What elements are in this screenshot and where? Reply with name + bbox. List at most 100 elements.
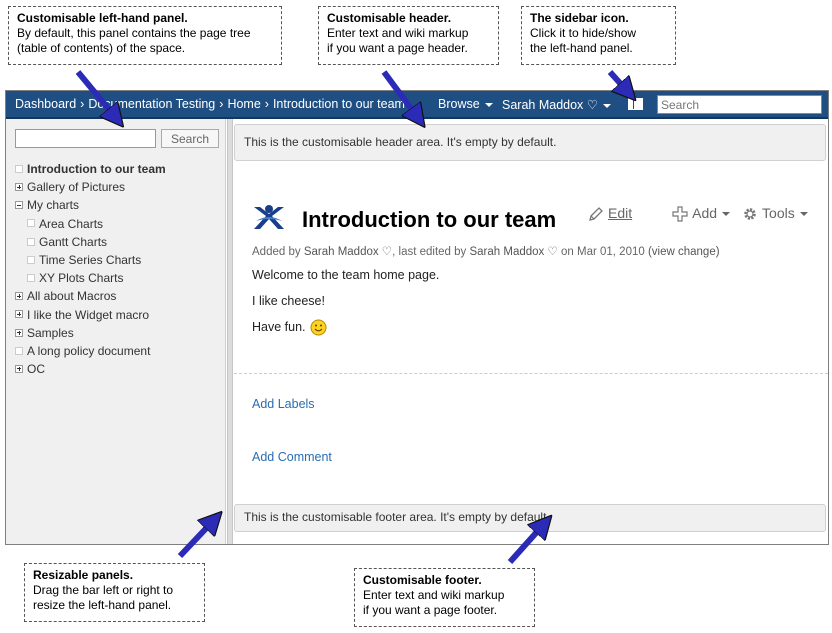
tools-menu-button[interactable]: Tools	[742, 205, 808, 222]
body-text: Have fun.	[252, 320, 306, 334]
tree-item[interactable]: I like the Widget macro	[15, 306, 220, 324]
expand-icon[interactable]	[15, 183, 23, 192]
page-content: This is the customisable header area. It…	[234, 119, 828, 544]
breadcrumb-separator: ›	[80, 97, 85, 111]
plus-icon	[672, 206, 688, 222]
tree-item[interactable]: Introduction to our team	[15, 160, 220, 178]
edit-label: Edit	[608, 204, 633, 221]
tree-item[interactable]: All about Macros	[15, 287, 220, 305]
tree-item[interactable]: XY Plots Charts	[15, 269, 220, 287]
chevron-down-icon	[722, 211, 731, 216]
add-comment-link[interactable]: Add Comment	[252, 450, 332, 464]
expand-icon[interactable]	[15, 364, 23, 373]
confluence-window: Dashboard › Documentation Testing › Home › Int…	[5, 90, 829, 545]
tree-node-icon	[27, 273, 35, 282]
callout-title: Resizable panels.	[33, 568, 134, 582]
breadcrumb-separator: ›	[219, 97, 224, 111]
callout-header: Customisable header. Enter text and wiki…	[318, 6, 499, 65]
smiley-icon	[310, 319, 327, 336]
tree-item[interactable]: Area Charts	[15, 215, 220, 233]
chevron-down-icon	[602, 103, 611, 108]
callout-sidebar-icon: The sidebar icon. Click it to hide/show …	[521, 6, 676, 65]
arrow-sidebar-icon	[607, 69, 628, 92]
callout-body: Enter text and wiki markup if you want a…	[327, 26, 469, 55]
page-tree: Introduction to our team Gallery of Pict…	[15, 160, 220, 378]
tree-item-label: A long policy document	[27, 343, 151, 358]
page-tree-search-button[interactable]: Search	[161, 129, 219, 148]
tree-item-label: Area Charts	[39, 216, 104, 231]
add-menu-button[interactable]: Add	[672, 204, 731, 222]
author-link[interactable]: Sarah Maddox ♡	[304, 246, 392, 258]
meta-added-prefix: Added by	[252, 246, 301, 258]
add-label: Add	[692, 204, 718, 221]
tree-item-label: My charts	[27, 198, 80, 213]
tree-item-label: Gallery of Pictures	[27, 180, 126, 195]
tree-node-icon	[27, 255, 35, 264]
body-text: I like cheese!	[252, 294, 325, 308]
tree-item[interactable]: OC	[15, 360, 220, 378]
callout-body: By default, this panel contains the page…	[17, 26, 251, 55]
callout-left-panel: Customisable left-hand panel. By default…	[8, 6, 282, 65]
body-paragraph: I like cheese!	[252, 293, 439, 319]
edit-button[interactable]: Edit	[588, 205, 632, 222]
tree-item[interactable]: Gallery of Pictures	[15, 178, 220, 196]
chevron-down-icon	[799, 211, 808, 216]
tree-item[interactable]: My charts	[15, 196, 220, 214]
tree-item[interactable]: Gantt Charts	[15, 233, 220, 251]
page-body: Welcome to the team home page. I like ch…	[252, 267, 439, 345]
collapse-icon[interactable]	[15, 201, 23, 210]
callout-body: Click it to hide/show the left-hand pane…	[530, 26, 637, 55]
page-title: Introduction to our team	[302, 207, 557, 232]
breadcrumb-separator: ›	[264, 97, 269, 111]
breadcrumb-dashboard[interactable]: Dashboard	[15, 97, 76, 111]
customisable-header-area: This is the customisable header area. It…	[234, 124, 826, 161]
user-menu[interactable]: Sarah Maddox ♡	[502, 97, 611, 112]
customisable-footer-area: This is the customisable footer area. It…	[234, 504, 826, 532]
tree-item-label: All about Macros	[27, 289, 117, 304]
tree-item-label: Introduction to our team	[27, 162, 166, 176]
breadcrumb: Dashboard › Documentation Testing › Home › Int…	[15, 97, 405, 111]
breadcrumb-space[interactable]: Documentation Testing	[88, 97, 215, 111]
callout-title: Customisable footer.	[363, 573, 482, 587]
browse-menu-label: Browse	[438, 97, 480, 111]
body-paragraph: Welcome to the team home page.	[252, 267, 439, 293]
tree-node-icon	[27, 237, 35, 246]
browse-menu[interactable]: Browse	[438, 97, 493, 111]
breadcrumb-home[interactable]: Home	[227, 97, 260, 111]
space-logo-icon	[254, 205, 284, 229]
view-change-link[interactable]: (view change)	[648, 246, 720, 258]
expand-icon[interactable]	[15, 310, 23, 319]
tree-item-label: Samples	[27, 325, 74, 340]
meta-date: on Mar 01, 2010	[561, 246, 645, 258]
panel-resize-bar[interactable]	[227, 119, 233, 544]
tree-item-label: Gantt Charts	[39, 234, 108, 249]
chevron-down-icon	[484, 102, 493, 107]
callout-body: Enter text and wiki markup if you want a…	[363, 588, 505, 617]
top-navigation-bar: Dashboard › Documentation Testing › Home › Int…	[6, 91, 828, 119]
tree-item-label: Time Series Charts	[39, 252, 142, 267]
global-search-input[interactable]	[657, 95, 822, 114]
content-divider	[234, 373, 828, 374]
sidebar-toggle-icon[interactable]	[628, 98, 643, 110]
tree-item-label: I like the Widget macro	[27, 307, 150, 322]
expand-icon[interactable]	[15, 328, 23, 337]
body-paragraph: Have fun.	[252, 319, 439, 345]
editor-link[interactable]: Sarah Maddox ♡	[469, 246, 557, 258]
callout-resizable: Resizable panels. Drag the bar left or r…	[24, 563, 205, 622]
tools-label: Tools	[762, 204, 795, 221]
page-tree-search-input[interactable]	[15, 129, 156, 148]
page-actions: Edit Add Tools	[588, 204, 820, 222]
callout-title: Customisable left-hand panel.	[17, 11, 188, 25]
breadcrumb-current-page[interactable]: Introduction to our team	[273, 97, 405, 111]
tree-item[interactable]: Time Series Charts	[15, 251, 220, 269]
callout-body: Drag the bar left or right to resize the…	[33, 583, 174, 612]
tree-item[interactable]: Samples	[15, 324, 220, 342]
callout-footer: Customisable footer. Enter text and wiki…	[354, 568, 535, 627]
tree-node-icon	[27, 219, 35, 228]
body-text: Welcome to the team home page.	[252, 268, 440, 282]
expand-icon[interactable]	[15, 292, 23, 301]
tree-item-label: OC	[27, 362, 45, 377]
callout-title: The sidebar icon.	[530, 11, 629, 25]
add-labels-link[interactable]: Add Labels	[252, 397, 315, 411]
tree-item[interactable]: A long policy document	[15, 342, 220, 360]
